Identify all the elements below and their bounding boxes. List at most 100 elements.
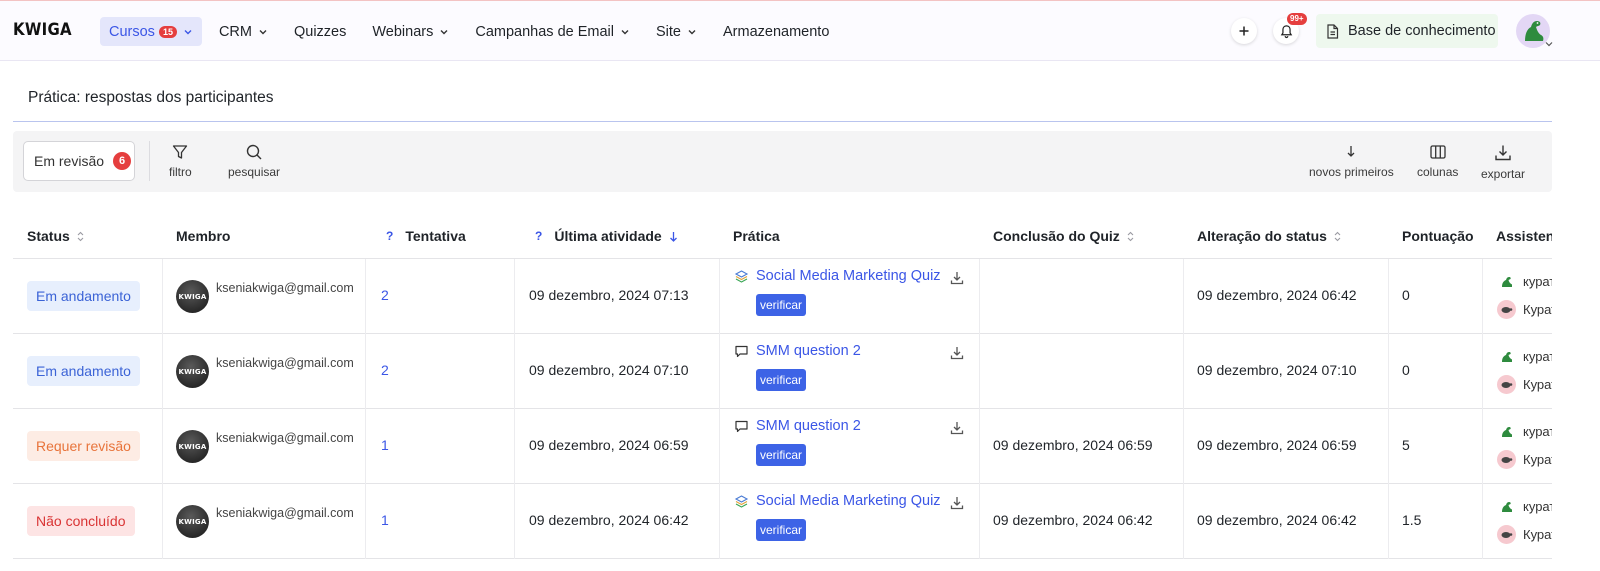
nav-item-email-campaigns[interactable]: Campanhas de Email	[466, 17, 639, 46]
sort-desc-icon	[669, 231, 677, 242]
quiz-completion: 09 dezembro, 2024 06:59	[993, 437, 1153, 453]
column-header-last-activity[interactable]: ? Última atividade	[535, 228, 678, 244]
filter-button[interactable]: filtro	[169, 143, 192, 179]
column-header-label: Membro	[176, 228, 231, 244]
verify-button[interactable]: verificar	[756, 294, 807, 316]
nav-item-webinars[interactable]: Webinars	[363, 17, 458, 46]
status-filter-select[interactable]: Em revisão 6	[23, 141, 135, 181]
download-icon[interactable]	[949, 345, 965, 361]
member-email[interactable]: kseniakwiga@gmail.com	[216, 281, 354, 295]
arrow-down-icon	[1347, 146, 1355, 157]
practice-link[interactable]: SMM question 2	[756, 418, 861, 434]
download-icon[interactable]	[949, 495, 965, 511]
cell-divider	[719, 259, 720, 334]
sort-icon	[1127, 231, 1134, 241]
help-icon[interactable]: ?	[535, 229, 542, 243]
verify-button[interactable]: verificar	[756, 444, 807, 466]
app-logo[interactable]: KWIGA	[13, 20, 72, 40]
cell-divider	[719, 334, 720, 409]
assistant-item: Курат	[1497, 450, 1552, 469]
practice-link[interactable]: Social Media Marketing Quiz	[756, 268, 941, 284]
comment-icon	[735, 420, 748, 433]
cell-divider	[1183, 334, 1184, 409]
download-icon	[1495, 145, 1511, 161]
title-divider	[13, 121, 1552, 122]
cell-divider	[365, 409, 366, 484]
nav-item-storage[interactable]: Armazenamento	[714, 17, 838, 46]
table-row[interactable]: Não concluído KWIGA kseniakwiga@gmail.co…	[13, 484, 1552, 559]
filter-label: filtro	[169, 165, 192, 179]
sort-icon	[77, 231, 84, 241]
cell-divider	[162, 259, 163, 334]
columns-label: colunas	[1417, 165, 1459, 179]
export-button[interactable]: exportar	[1481, 143, 1525, 181]
cell-divider	[1388, 484, 1389, 559]
assistant-item: курат	[1497, 422, 1552, 441]
cell-divider	[1482, 484, 1483, 559]
sort-button[interactable]: novos primeiros	[1309, 143, 1394, 179]
search-button[interactable]: pesquisar	[228, 143, 280, 179]
cell-divider	[1183, 409, 1184, 484]
avatar: KWIGA	[176, 355, 209, 388]
table-row[interactable]: Em andamento KWIGA kseniakwiga@gmail.com…	[13, 334, 1552, 409]
verify-button[interactable]: verificar	[756, 369, 807, 391]
member-email[interactable]: kseniakwiga@gmail.com	[216, 431, 354, 445]
nav-item-quizzes[interactable]: Quizzes	[285, 17, 355, 46]
chevron-down-icon	[258, 27, 268, 37]
help-icon[interactable]: ?	[386, 229, 393, 243]
knowledge-base-button[interactable]: Base de conhecimento	[1316, 14, 1498, 48]
columns-button[interactable]: colunas	[1417, 143, 1458, 179]
turtle-icon	[1497, 300, 1516, 319]
column-header-assistants: Assistent	[1496, 228, 1552, 244]
columns-icon	[1430, 145, 1446, 159]
attempt-link[interactable]: 2	[381, 362, 389, 378]
attempt-link[interactable]: 1	[381, 437, 389, 453]
table-row[interactable]: Requer revisão KWIGA kseniakwiga@gmail.c…	[13, 409, 1552, 484]
export-label: exportar	[1481, 167, 1526, 181]
download-icon[interactable]	[949, 420, 965, 436]
plus-icon	[1239, 26, 1249, 36]
practice-link[interactable]: Social Media Marketing Quiz	[756, 493, 941, 509]
cell-divider	[1183, 259, 1184, 334]
chevron-down-icon	[620, 27, 630, 37]
sort-label: novos primeiros	[1309, 165, 1394, 179]
cell-divider	[979, 484, 980, 559]
cell-divider	[162, 409, 163, 484]
column-header-status[interactable]: Status	[27, 228, 84, 244]
column-header-label: Alteração do status	[1197, 228, 1327, 244]
download-icon[interactable]	[949, 270, 965, 286]
nav-item-label: Quizzes	[293, 23, 347, 40]
assistant-item: курат	[1497, 272, 1552, 291]
column-header-status-change[interactable]: Alteração do status	[1197, 228, 1341, 244]
nav-item-crm[interactable]: CRM	[210, 17, 277, 46]
filter-icon	[173, 145, 188, 159]
member-email[interactable]: kseniakwiga@gmail.com	[216, 356, 354, 370]
cell-divider	[719, 484, 720, 559]
cell-divider	[719, 409, 720, 484]
practice-link[interactable]: SMM question 2	[756, 343, 861, 359]
column-header-label: Tentativa	[405, 228, 466, 244]
nav-item-label: CRM	[218, 23, 252, 40]
search-label: pesquisar	[228, 165, 281, 179]
cell-divider	[1388, 334, 1389, 409]
nav-item-site[interactable]: Site	[647, 17, 706, 46]
verify-button[interactable]: verificar	[756, 519, 807, 541]
assistant-name: курат	[1523, 424, 1552, 439]
attempt-link[interactable]: 2	[381, 287, 389, 303]
status-change-date: 09 dezembro, 2024 07:10	[1197, 362, 1357, 378]
turtle-icon	[1497, 375, 1516, 394]
member-email[interactable]: kseniakwiga@gmail.com	[216, 506, 354, 520]
add-button[interactable]	[1231, 18, 1257, 44]
table-row[interactable]: Em andamento KWIGA kseniakwiga@gmail.com…	[13, 259, 1552, 334]
notifications-button[interactable]: 99+	[1273, 13, 1307, 44]
nav-item-cursos[interactable]: Cursos 15	[100, 17, 202, 46]
layers-icon	[734, 495, 749, 508]
layers-icon	[734, 270, 749, 283]
dinosaur-icon	[1497, 347, 1516, 366]
status-change-date: 09 dezembro, 2024 06:42	[1197, 512, 1357, 528]
score-value: 1.5	[1402, 512, 1422, 528]
attempt-link[interactable]: 1	[381, 512, 389, 528]
column-header-quiz-completion[interactable]: Conclusão do Quiz	[993, 228, 1134, 244]
dinosaur-icon	[1497, 272, 1516, 291]
column-header-label: Conclusão do Quiz	[993, 228, 1120, 244]
